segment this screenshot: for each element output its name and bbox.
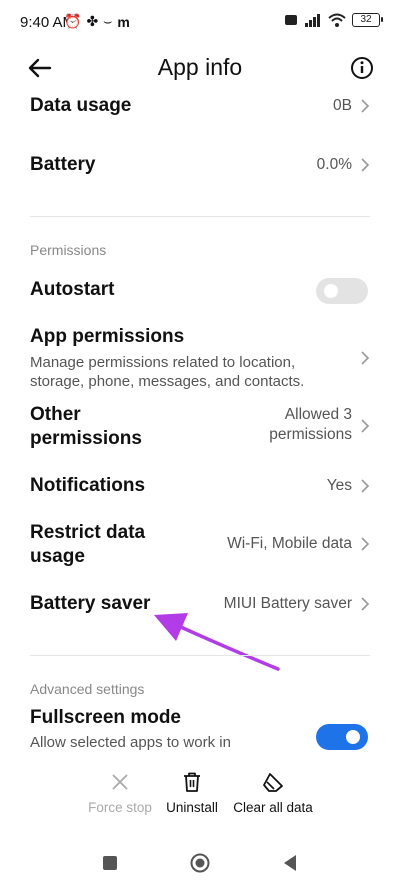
pinwheel-icon: ✤ (86, 13, 99, 29)
data-usage-value: 0B (333, 97, 352, 114)
sim-icon (285, 15, 297, 25)
m-icon: m (117, 13, 130, 30)
other-permissions-value: Allowed 3 permissions (269, 405, 352, 445)
chevron-right-icon (361, 99, 370, 113)
other-permissions-row[interactable]: Other permissions Allowed 3 permissions (30, 403, 370, 453)
clear-all-data-button[interactable]: Clear all data (228, 770, 318, 815)
toggle-knob (324, 284, 338, 298)
divider (30, 216, 370, 217)
toggle-knob (346, 730, 360, 744)
uninstall-button[interactable]: Uninstall (160, 770, 224, 815)
other-permissions-value-line2: permissions (269, 426, 352, 443)
wifi-icon (328, 13, 346, 27)
wave-icon: ⌣ (103, 13, 113, 29)
fullscreen-mode-toggle[interactable] (316, 724, 368, 750)
clear-all-data-label: Clear all data (233, 800, 313, 815)
chevron-right-icon (361, 537, 370, 551)
uninstall-label: Uninstall (166, 800, 218, 815)
annotation-arrow (154, 613, 280, 671)
app-permissions-row[interactable]: App permissions Manage permissions relat… (30, 325, 370, 393)
chevron-right-icon (361, 158, 370, 172)
chevron-right-icon (361, 479, 370, 493)
restrict-data-usage-row[interactable]: Restrict data usage Wi-Fi, Mobile data (30, 521, 370, 571)
data-usage-label: Data usage (30, 95, 132, 116)
status-right-icons: 32 (284, 13, 383, 27)
fullscreen-mode-label: Fullscreen mode (30, 707, 181, 728)
signal-icon (305, 14, 320, 27)
force-stop-label: Force stop (88, 800, 152, 815)
permissions-section-label: Permissions (30, 242, 107, 258)
app-permissions-description: Manage permissions related to location, … (30, 354, 305, 390)
recents-square-icon[interactable] (99, 852, 121, 874)
notifications-label: Notifications (30, 475, 146, 496)
chevron-right-icon (361, 419, 370, 433)
fullscreen-mode-row[interactable]: Fullscreen mode Allow selected apps to w… (30, 706, 370, 754)
chevron-right-icon (361, 351, 370, 365)
battery-row[interactable]: Battery 0.0% (30, 153, 370, 179)
divider (30, 655, 370, 656)
trash-icon (184, 772, 200, 792)
advanced-settings-section-label: Advanced settings (30, 681, 145, 697)
home-circle-icon[interactable] (189, 852, 211, 874)
force-stop-button[interactable]: Force stop (84, 770, 156, 815)
info-icon[interactable] (348, 54, 376, 82)
alarm-icon: ⏰ (64, 13, 82, 29)
battery-indicator: 32 (352, 13, 383, 27)
navigation-bar (0, 838, 400, 887)
status-bar: 9:40 AM ⏰ ✤ ⌣ m 32 (0, 0, 400, 44)
other-permissions-value-line1: Allowed 3 (284, 406, 352, 423)
bottom-action-bar: Force stop Uninstall Clear all data (0, 770, 400, 830)
autostart-toggle[interactable] (316, 278, 368, 304)
data-usage-row[interactable]: Data usage 0B (30, 94, 370, 120)
close-icon (112, 774, 128, 790)
autostart-row[interactable]: Autostart (30, 278, 370, 306)
notifications-value: Yes (326, 477, 352, 494)
battery-value: 0.0% (316, 156, 352, 173)
title-bar: App info (0, 44, 400, 92)
notifications-row[interactable]: Notifications Yes (30, 474, 370, 500)
chevron-right-icon (361, 597, 370, 611)
eraser-icon (263, 773, 283, 792)
app-permissions-label: App permissions (30, 326, 185, 347)
status-left-icons: ⏰ ✤ ⌣ m (64, 13, 130, 30)
restrict-data-value: Wi-Fi, Mobile data (227, 535, 352, 552)
back-triangle-icon[interactable] (279, 852, 301, 874)
page-title: App info (157, 54, 243, 80)
